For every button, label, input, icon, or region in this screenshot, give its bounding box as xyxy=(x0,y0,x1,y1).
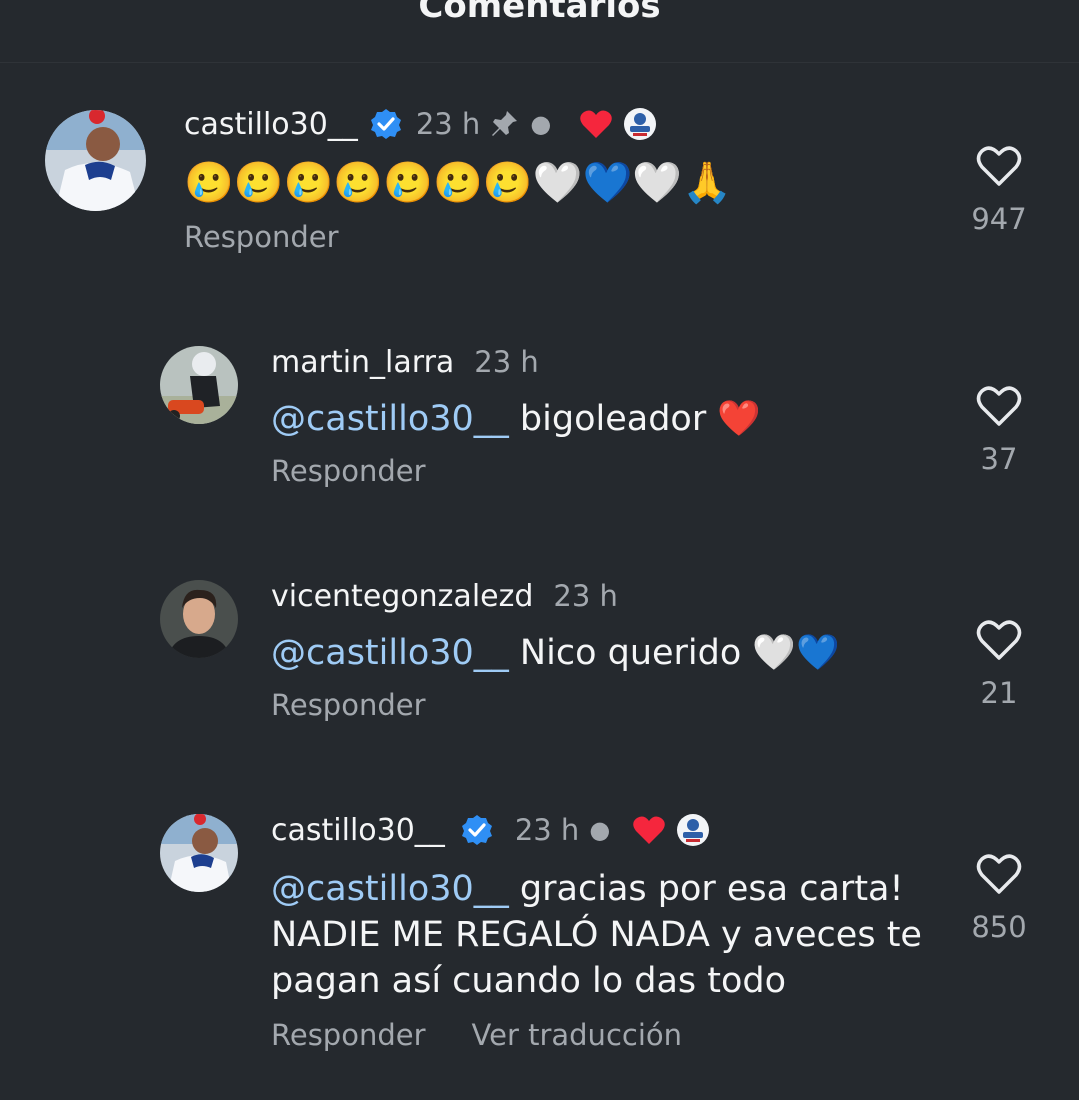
comment-message-line-2: NADIE ME REGALÓ NADA y aveces te xyxy=(271,915,922,955)
like-count: 947 xyxy=(971,202,1027,236)
avatar[interactable] xyxy=(160,346,238,424)
separator-dot: ● xyxy=(530,110,552,138)
like-control: 850 xyxy=(969,852,1029,944)
username[interactable]: castillo30__ xyxy=(271,813,445,848)
comment-message-line-3: pagan así cuando lo das todo xyxy=(271,961,787,1001)
heart-outline-icon[interactable] xyxy=(975,144,1023,192)
comment-text: @castillo30__ bigoleador ❤️ xyxy=(271,396,761,442)
comment-message: bigoleador ❤️ xyxy=(519,399,761,439)
comment-body: vicentegonzalezd 23 h @castillo30__ Nico… xyxy=(271,576,840,723)
username[interactable]: vicentegonzalezd xyxy=(271,579,533,614)
comment-time: 23 h xyxy=(553,579,618,613)
like-control: 37 xyxy=(969,384,1029,476)
reply-button[interactable]: Responder xyxy=(271,454,426,488)
comment-time: 23 h xyxy=(474,345,539,379)
avatar[interactable] xyxy=(160,580,238,658)
username[interactable]: castillo30__ xyxy=(184,107,358,142)
comment-message: Nico querido 🤍💙 xyxy=(519,633,840,673)
mention-link[interactable]: @castillo30__ xyxy=(271,399,509,439)
comment-text: 🥲🥲🥲🥲🥲🥲🥲🤍💙🤍🙏 xyxy=(184,158,732,208)
heart-outline-icon[interactable] xyxy=(975,384,1023,432)
comment-body: castillo30__ 23 h ● 🥲🥲🥲🥲🥲🥲🥲🤍💙🤍🙏 Responde… xyxy=(184,104,732,255)
comment-text: @castillo30__ Nico querido 🤍💙 xyxy=(271,630,840,676)
like-control: 947 xyxy=(969,144,1029,236)
like-control: 21 xyxy=(969,618,1029,710)
comment-body: castillo30__ 23 h ● @castillo30__ gracia… xyxy=(271,810,931,1053)
emoji-text: 🥲🥲🥲🥲🥲🥲🥲🤍💙🤍🙏 xyxy=(184,160,732,206)
avatar[interactable] xyxy=(160,814,238,892)
like-count: 21 xyxy=(980,676,1018,710)
username[interactable]: martin_larra xyxy=(271,345,454,380)
avatar[interactable] xyxy=(45,110,146,211)
see-translation-button[interactable]: Ver traducción xyxy=(472,1018,683,1052)
reply-button[interactable]: Responder xyxy=(271,1018,426,1052)
author-avatar-badge xyxy=(676,813,710,847)
pin-icon xyxy=(488,108,520,140)
liked-by-author-heart-icon xyxy=(579,108,613,140)
reply-button[interactable]: Responder xyxy=(271,688,426,722)
comment-text: @castillo30__ gracias por esa carta! NAD… xyxy=(271,866,931,1004)
comment-message-line-1: gracias por esa carta! xyxy=(519,869,904,909)
like-count: 37 xyxy=(980,442,1018,476)
liked-by-author-heart-icon xyxy=(632,814,666,846)
mention-link[interactable]: @castillo30__ xyxy=(271,633,509,673)
reply-button[interactable]: Responder xyxy=(184,220,339,254)
like-count: 850 xyxy=(971,910,1027,944)
verified-badge-icon xyxy=(461,814,493,846)
comment-time: 23 h xyxy=(514,813,580,847)
verified-badge-icon xyxy=(370,108,402,140)
author-avatar-badge xyxy=(623,107,657,141)
separator-dot: ● xyxy=(589,816,611,844)
comment-time: 23 h xyxy=(415,107,481,141)
heart-outline-icon[interactable] xyxy=(975,618,1023,666)
header-title: Comentarios xyxy=(418,0,661,26)
mention-link[interactable]: @castillo30__ xyxy=(271,869,509,909)
comments-header: Comentarios xyxy=(0,0,1079,63)
comment-body: martin_larra 23 h @castillo30__ bigolead… xyxy=(271,342,761,489)
heart-outline-icon[interactable] xyxy=(975,852,1023,900)
